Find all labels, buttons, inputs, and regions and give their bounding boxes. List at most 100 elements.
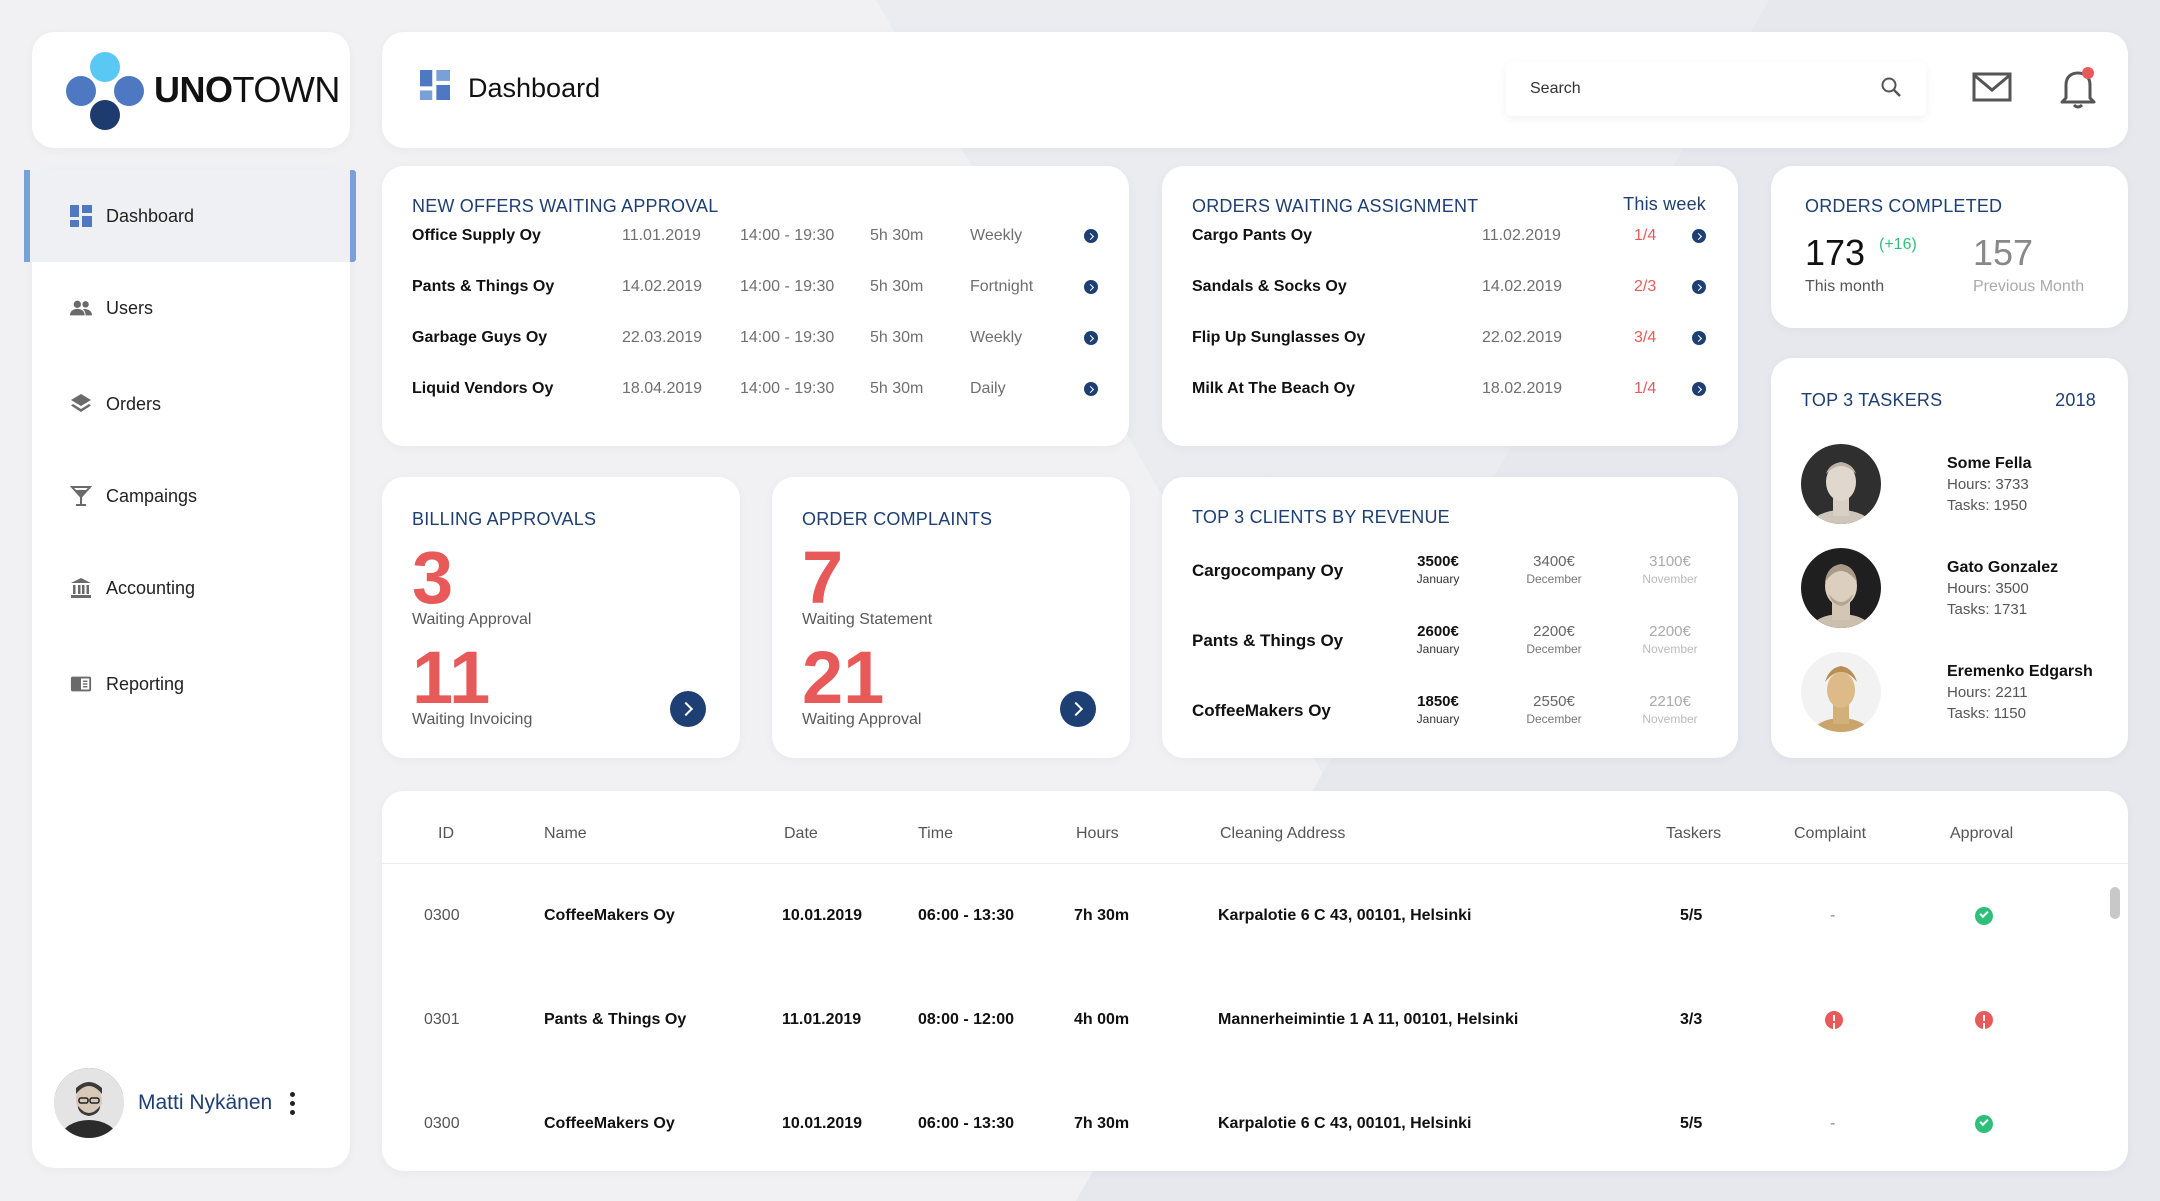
assignment-name: Flip Up Sunglasses Oy: [1192, 329, 1366, 346]
previous-month-label: Previous Month: [1973, 278, 2085, 295]
column-header[interactable]: Taskers: [1666, 825, 1721, 843]
approved-check-icon[interactable]: [1975, 1115, 1993, 1133]
client-row[interactable]: Cargocompany Oy 3500€ January 3400€ December…: [1192, 553, 1708, 593]
cell-address: Mannerheimintie 1 A 11, 00101, Helsinki: [1218, 1011, 1519, 1028]
offer-frequency: Weekly: [970, 227, 1023, 244]
offer-name: Garbage Guys Oy: [412, 329, 548, 346]
waiting-invoicing-count: 11: [412, 636, 491, 719]
cell-address: Karpalotie 6 C 43, 00101, Helsinki: [1218, 1115, 1472, 1132]
tasker-item[interactable]: Gato Gonzalez Hours: 3500 Tasks: 1731: [1801, 548, 2058, 628]
column-header[interactable]: Complaint: [1794, 825, 1866, 843]
assignment-row[interactable]: Sandals & Socks Oy 14.02.2019 2/3: [1192, 275, 1708, 299]
bell-icon[interactable]: [2058, 66, 2098, 115]
column-header[interactable]: Hours: [1076, 825, 1119, 843]
arrow-right-icon[interactable]: [1692, 229, 1706, 243]
offer-row[interactable]: Liquid Vendors Oy 18.04.2019 14:00 - 19:30…: [412, 377, 1099, 401]
logo-mark: [66, 52, 144, 130]
approval-alert-icon[interactable]: [1975, 1011, 1993, 1029]
taskers-year[interactable]: 2018: [2055, 390, 2096, 411]
sidebar-item-orders[interactable]: Orders: [32, 358, 350, 450]
arrow-right-icon[interactable]: [1084, 280, 1098, 294]
sidebar-item-label: Dashboard: [106, 205, 195, 226]
column-header[interactable]: Name: [544, 825, 587, 843]
sidebar-item-accounting[interactable]: Accounting: [32, 542, 350, 634]
arrow-right-icon[interactable]: [1084, 382, 1098, 396]
tasker-item[interactable]: Some Fella Hours: 3733 Tasks: 1950: [1801, 444, 2031, 524]
column-header[interactable]: ID: [438, 825, 454, 843]
column-header[interactable]: Date: [784, 825, 818, 843]
sidebar-item-label: Campaings: [106, 485, 198, 506]
complaints-waiting-approval-count: 21: [802, 636, 885, 719]
offer-time: 14:00 - 19:30: [740, 227, 835, 244]
cell-id: 0300: [424, 907, 460, 924]
complaints-open-button[interactable]: [1060, 691, 1096, 727]
revenue-value: 2600€: [1417, 623, 1459, 640]
offer-row[interactable]: Office Supply Oy 11.01.2019 14:00 - 19:30 5…: [412, 224, 1099, 248]
offer-time: 14:00 - 19:30: [740, 380, 835, 397]
assignment-date: 18.02.2019: [1482, 380, 1563, 397]
dashboard-icon: [70, 205, 92, 227]
cell-hours: 7h 30m: [1074, 907, 1130, 924]
user-profile[interactable]: Matti Nykänen: [54, 1068, 296, 1138]
client-row[interactable]: Pants & Things Oy 2600€ January 2200€ Decemb…: [1192, 623, 1708, 663]
users-icon: [70, 297, 92, 319]
search-input[interactable]: [1530, 80, 1880, 98]
offer-date: 14.02.2019: [622, 278, 703, 295]
assignment-name: Cargo Pants Oy: [1192, 227, 1313, 244]
assignment-date: 22.02.2019: [1482, 329, 1563, 346]
billing-open-button[interactable]: [670, 691, 706, 727]
sidebar-item-campaings[interactable]: Campaings: [32, 450, 350, 542]
assignment-count: 3/4: [1634, 329, 1657, 346]
revenue-value: 1850€: [1417, 693, 1459, 710]
assignment-row[interactable]: Cargo Pants Oy 11.02.2019 1/4: [1192, 224, 1708, 248]
clients-title: TOP 3 CLIENTS BY REVENUE: [1192, 507, 1450, 527]
revenue-month: January: [1416, 642, 1460, 656]
sidebar-item-users[interactable]: Users: [32, 262, 350, 354]
assignment-row[interactable]: Milk At The Beach Oy 18.02.2019 1/4: [1192, 377, 1708, 401]
revenue-month: November: [1642, 712, 1698, 726]
search-box[interactable]: [1506, 62, 1926, 116]
new-offers-card: NEW OFFERS WAITING APPROVAL Office Suppl…: [382, 166, 1129, 446]
table-row[interactable]: 0300 CoffeeMakers Oy 10.01.2019 06:00 - 13:…: [382, 897, 2128, 937]
column-header[interactable]: Cleaning Address: [1220, 825, 1345, 843]
waiting-statement-count: 7: [802, 536, 844, 619]
user-name[interactable]: Matti Nykänen: [138, 1091, 272, 1115]
client-revenue: 2200€ November: [1630, 623, 1710, 656]
arrow-right-icon[interactable]: [1692, 331, 1706, 345]
revenue-month: January: [1416, 572, 1460, 586]
client-revenue: 1850€ January: [1398, 693, 1478, 726]
period-filter[interactable]: This week: [1623, 194, 1706, 215]
orders-completed-card: ORDERS COMPLETED 173 (+16) This month 15…: [1771, 166, 2128, 328]
assignment-row[interactable]: Flip Up Sunglasses Oy 22.02.2019 3/4: [1192, 326, 1708, 350]
logo-card[interactable]: UNOTOWN: [32, 32, 350, 148]
offer-row[interactable]: Pants & Things Oy 14.02.2019 14:00 - 19:30…: [412, 275, 1099, 299]
table-scrollbar[interactable]: [2110, 887, 2120, 919]
mail-icon[interactable]: [1972, 72, 2012, 107]
arrow-right-icon[interactable]: [1692, 280, 1706, 294]
cell-id: 0301: [424, 1011, 460, 1028]
column-header[interactable]: Time: [918, 825, 953, 843]
sidebar-item-reporting[interactable]: Reporting: [32, 638, 350, 730]
tasker-name: Gato Gonzalez: [1947, 558, 2059, 576]
assign-title: ORDERS WAITING ASSIGNMENT: [1192, 196, 1479, 216]
arrow-right-icon[interactable]: [1084, 229, 1098, 243]
sidebar-item-label: Reporting: [106, 673, 185, 694]
tasker-item[interactable]: Eremenko Edgarsh Hours: 2211 Tasks: 1150: [1801, 652, 2093, 732]
table-row[interactable]: 0300 CoffeeMakers Oy 10.01.2019 06:00 - 13:…: [382, 1105, 2128, 1145]
sidebar-item-dashboard[interactable]: Dashboard: [24, 170, 356, 262]
more-options-icon[interactable]: [290, 1091, 296, 1115]
waiting-approval-count: 3: [412, 536, 454, 619]
arrow-right-icon[interactable]: [1084, 331, 1098, 345]
avatar: [54, 1068, 124, 1138]
waiting-invoicing-label: Waiting Invoicing: [412, 711, 533, 728]
tasker-name: Some Fella: [1947, 454, 2032, 472]
complaint-alert-icon[interactable]: [1825, 1011, 1843, 1029]
column-header[interactable]: Approval: [1950, 825, 2013, 843]
assignment-count: 1/4: [1634, 227, 1657, 244]
table-row[interactable]: 0301 Pants & Things Oy 11.01.2019 08:00 - 1…: [382, 1001, 2128, 1041]
client-row[interactable]: CoffeeMakers Oy 1850€ January 2550€ December…: [1192, 693, 1708, 733]
offer-row[interactable]: Garbage Guys Oy 22.03.2019 14:00 - 19:30 5h…: [412, 326, 1099, 350]
arrow-right-icon[interactable]: [1692, 382, 1706, 396]
approved-check-icon[interactable]: [1975, 907, 1993, 925]
search-icon[interactable]: [1880, 76, 1902, 103]
